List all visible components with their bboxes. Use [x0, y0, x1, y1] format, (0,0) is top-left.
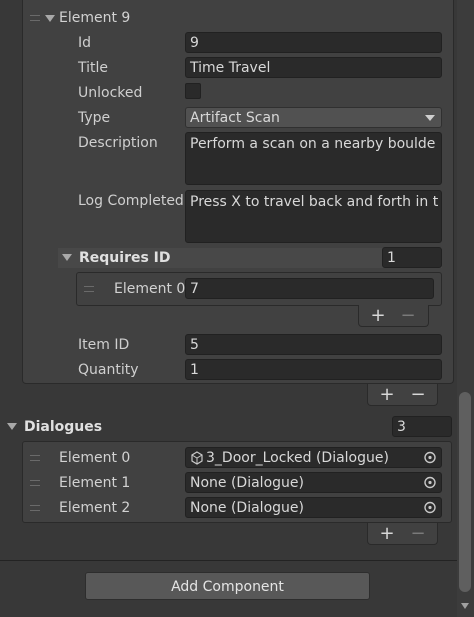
- object-picker-icon[interactable]: [421, 474, 439, 491]
- dialogue-2-value: None (Dialogue): [190, 500, 304, 516]
- add-component-button[interactable]: Add Component: [85, 572, 370, 600]
- dialogue-2-object-field[interactable]: None (Dialogue): [185, 497, 442, 518]
- item-id-label: Item ID: [78, 337, 130, 353]
- title-field[interactable]: Time Travel: [185, 57, 442, 78]
- dialogues-plus-minus: + −: [367, 523, 438, 545]
- id-field[interactable]: 9: [185, 32, 442, 53]
- requires-element-0-label: Element 0: [114, 281, 186, 297]
- description-label: Description: [78, 135, 158, 151]
- requires-foldout-icon[interactable]: [62, 254, 72, 261]
- requires-id-label: Requires ID: [79, 250, 171, 266]
- log-completed-label: Log Completed: [78, 193, 184, 209]
- remove-element-button[interactable]: −: [407, 384, 429, 406]
- elements-plus-minus: + −: [367, 384, 438, 406]
- scroll-down-arrow-icon[interactable]: [461, 603, 469, 609]
- type-label: Type: [78, 110, 111, 126]
- dialogue-0-object-field[interactable]: 3_Door_Locked (Dialogue): [185, 447, 442, 468]
- item-id-field[interactable]: 5: [185, 334, 442, 355]
- object-picker-icon[interactable]: [421, 499, 439, 516]
- id-label: Id: [78, 35, 92, 51]
- dialogue-1-object-field[interactable]: None (Dialogue): [185, 472, 442, 493]
- dialogue-0-label: Element 0: [59, 450, 131, 466]
- unlocked-checkbox[interactable]: [185, 83, 201, 99]
- add-dialogue-button[interactable]: +: [376, 523, 398, 545]
- scrollbar[interactable]: [457, 0, 474, 617]
- dialogue-1-drag-handle[interactable]: [30, 480, 40, 486]
- dialogues-foldout-icon[interactable]: [7, 423, 17, 430]
- dialogue-0-drag-handle[interactable]: [30, 455, 40, 461]
- drag-handle[interactable]: [30, 15, 40, 21]
- scriptable-object-icon: [191, 451, 203, 465]
- divider: [0, 560, 457, 561]
- type-dropdown[interactable]: Artifact Scan: [185, 107, 442, 128]
- dialogue-0-value: 3_Door_Locked (Dialogue): [206, 450, 389, 466]
- add-button[interactable]: +: [367, 305, 389, 327]
- title-label: Title: [78, 60, 109, 76]
- unlocked-label: Unlocked: [78, 85, 143, 101]
- dialogue-1-label: Element 1: [59, 475, 131, 491]
- requires-plus-minus: + −: [358, 305, 429, 327]
- add-element-button[interactable]: +: [376, 384, 398, 406]
- type-dropdown-value: Artifact Scan: [190, 110, 280, 126]
- dialogues-size[interactable]: 3: [392, 416, 452, 437]
- chevron-down-icon: [425, 115, 435, 121]
- requires-element-0-field[interactable]: 7: [185, 278, 434, 299]
- requires-drag-handle[interactable]: [84, 286, 94, 292]
- dialogue-1-value: None (Dialogue): [190, 475, 304, 491]
- dialogues-label: Dialogues: [24, 419, 103, 435]
- scrollbar-thumb[interactable]: [459, 392, 471, 592]
- remove-dialogue-button[interactable]: −: [407, 523, 429, 545]
- dialogue-2-drag-handle[interactable]: [30, 505, 40, 511]
- remove-button[interactable]: −: [397, 305, 419, 327]
- quantity-label: Quantity: [78, 362, 139, 378]
- log-completed-textarea[interactable]: Press X to travel back and forth in t: [185, 190, 442, 243]
- foldout-arrow-icon[interactable]: [45, 15, 55, 22]
- element-9-header[interactable]: Element 9: [59, 8, 130, 28]
- dialogue-2-label: Element 2: [59, 500, 131, 516]
- requires-id-size[interactable]: 1: [382, 247, 442, 268]
- quantity-field[interactable]: 1: [185, 359, 442, 380]
- object-picker-icon[interactable]: [421, 449, 439, 466]
- description-textarea[interactable]: Perform a scan on a nearby boulde: [185, 132, 442, 185]
